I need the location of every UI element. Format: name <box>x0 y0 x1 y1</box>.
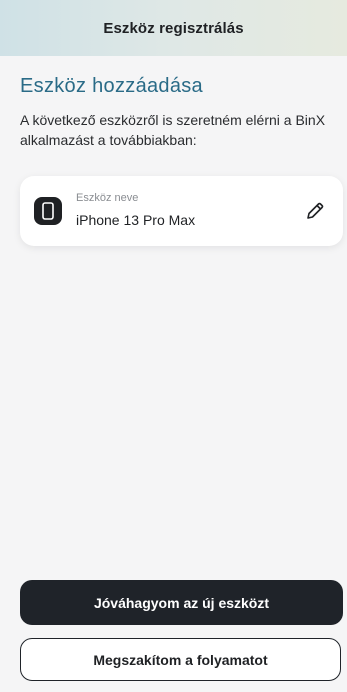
device-name-label: Eszköz neve <box>76 192 139 204</box>
cancel-process-button[interactable]: Megszakítom a folyamatot <box>20 638 341 681</box>
confirm-new-device-button[interactable]: Jóváhagyom az új eszközt <box>20 580 343 625</box>
device-registration-screen: Eszköz regisztrálás Eszköz hozzáadása A … <box>0 0 347 692</box>
page-title: Eszköz hozzáadása <box>20 75 203 97</box>
pencil-icon <box>307 202 324 219</box>
top-header: Eszköz regisztrálás <box>0 0 347 56</box>
device-name-value: iPhone 13 Pro Max <box>76 212 196 228</box>
phone-icon <box>34 197 62 225</box>
device-name-card: Eszköz neve iPhone 13 Pro Max <box>20 176 343 246</box>
edit-device-name-button[interactable] <box>303 199 327 223</box>
header-title: Eszköz regisztrálás <box>103 19 244 37</box>
page-description: A következő eszközről is szeretném elérn… <box>20 112 326 148</box>
